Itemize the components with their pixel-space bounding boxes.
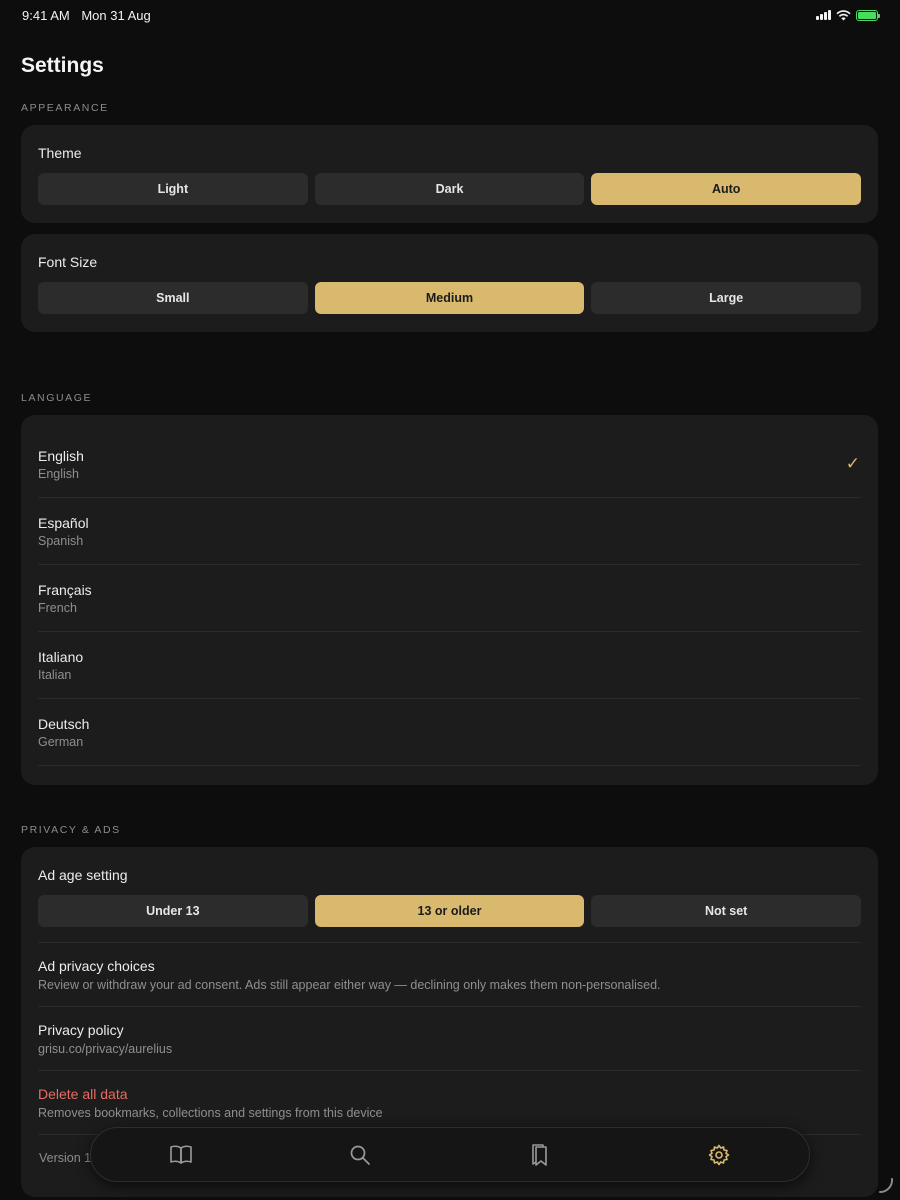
privacy-policy-row[interactable]: Privacy policy grisu.co/privacy/aurelius [38, 1007, 861, 1071]
ad-privacy-choices-subtitle: Review or withdraw your ad consent. Ads … [38, 978, 661, 992]
language-item-italian[interactable]: Italiano Italian [38, 632, 861, 699]
gear-icon [708, 1144, 730, 1165]
language-item-spanish[interactable]: Español Spanish [38, 498, 861, 565]
ad-age-segmented-control: Under 13 13 or older Not set [38, 895, 862, 927]
status-right [816, 9, 880, 21]
search-icon [350, 1145, 371, 1165]
theme-segmented-control: Light Dark Auto [38, 173, 862, 205]
language-subtitle: English [38, 466, 79, 481]
font-size-option-small[interactable]: Small [38, 282, 308, 314]
tab-library[interactable] [161, 1135, 201, 1175]
theme-option-dark[interactable]: Dark [314, 173, 585, 205]
language-subtitle: French [38, 600, 77, 615]
checkmark-icon: ✓ [845, 454, 860, 473]
language-subtitle: Italian [38, 667, 72, 682]
delete-all-data-subtitle: Removes bookmarks, collections and setti… [38, 1106, 383, 1120]
delete-all-data-row[interactable]: Delete all data Removes bookmarks, colle… [38, 1071, 861, 1135]
font-size-option-medium[interactable]: Medium [314, 282, 585, 314]
theme-option-light[interactable]: Light [38, 173, 308, 205]
version-label: Version 1 [39, 1151, 92, 1165]
font-size-segmented-control: Small Medium Large [38, 282, 862, 314]
section-label-language: LANGUAGE [21, 392, 93, 404]
ad-privacy-choices-title: Ad privacy choices [38, 958, 155, 974]
battery-icon [856, 9, 880, 21]
section-label-appearance: APPEARANCE [21, 102, 109, 114]
resize-handle-icon [879, 1178, 894, 1194]
bookmarks-icon [531, 1143, 547, 1166]
theme-option-auto[interactable]: Auto [591, 173, 862, 205]
tab-search[interactable] [340, 1135, 380, 1175]
ad-privacy-choices-row[interactable]: Ad privacy choices Review or withdraw yo… [38, 943, 861, 1007]
language-card: English English ✓ Español Spanish França… [21, 415, 878, 785]
language-item-german[interactable]: Deutsch German [38, 699, 861, 766]
ad-age-option-13-or-older[interactable]: 13 or older [314, 895, 585, 927]
wifi-icon [836, 9, 851, 20]
privacy-policy-url: grisu.co/privacy/aurelius [38, 1042, 173, 1056]
language-item-english[interactable]: English English ✓ [38, 431, 861, 498]
theme-card: Theme Light Dark Auto [21, 125, 878, 223]
book-icon [169, 1145, 192, 1164]
page-title: Settings [21, 54, 104, 77]
ad-age-title: Ad age setting [38, 867, 128, 883]
language-name: Español [38, 514, 89, 531]
ad-age-option-not-set[interactable]: Not set [591, 895, 862, 927]
language-name: Deutsch [38, 715, 90, 732]
language-name: English [38, 447, 84, 464]
status-bar: 9:41 AM Mon 31 Aug [0, 0, 900, 30]
status-time: 9:41 AM [22, 7, 70, 23]
font-size-card: Font Size Small Medium Large [21, 234, 878, 332]
language-name: Français [38, 581, 92, 598]
ad-age-setting-row: Ad age setting Under 13 13 or older Not … [38, 847, 862, 943]
language-item-french[interactable]: Français French [38, 565, 861, 632]
privacy-policy-title: Privacy policy [38, 1022, 124, 1038]
status-date: Mon 31 Aug [81, 7, 151, 23]
language-subtitle: German [38, 734, 84, 749]
language-subtitle: Spanish [38, 533, 84, 548]
tab-bookmarks[interactable] [520, 1135, 560, 1175]
language-name: Italiano [38, 648, 84, 665]
status-left: 9:41 AM Mon 31 Aug [22, 8, 159, 23]
delete-all-data-title: Delete all data [38, 1086, 128, 1102]
ad-age-option-under-13[interactable]: Under 13 [38, 895, 308, 927]
font-size-option-large[interactable]: Large [591, 282, 862, 314]
tab-settings[interactable] [699, 1135, 739, 1175]
theme-title: Theme [38, 145, 82, 161]
tab-bar [90, 1127, 810, 1182]
section-label-privacy: PRIVACY & ADS [21, 824, 121, 836]
cellular-signal-icon [816, 10, 831, 20]
font-size-title: Font Size [38, 254, 98, 270]
